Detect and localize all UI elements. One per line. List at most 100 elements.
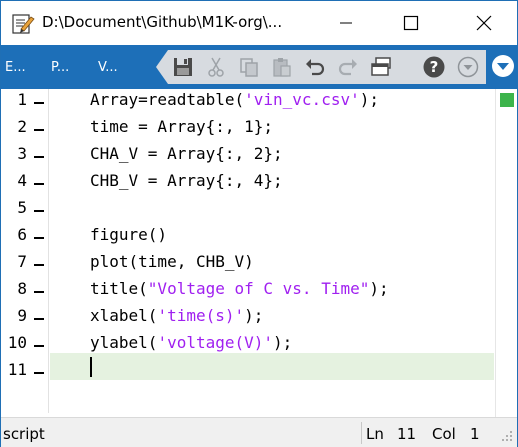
code-line[interactable]: 1 Array=readtable('vin_vc.csv'); — [1, 89, 495, 116]
code-token: Array=readtable( — [90, 90, 245, 109]
status-separator — [361, 422, 362, 444]
help-button[interactable]: ? — [421, 54, 447, 80]
cut-button[interactable] — [203, 54, 229, 80]
tab-publish[interactable]: P... — [51, 60, 69, 75]
vertical-scrollbar[interactable] — [495, 89, 517, 417]
chevron-down-icon — [497, 63, 509, 70]
column-number-value: 1 — [470, 425, 480, 443]
code-token: ); — [273, 333, 293, 352]
code-token: ylabel( — [90, 333, 158, 352]
maximize-icon — [403, 15, 419, 31]
code-text[interactable]: ylabel('voltage(V)'); — [90, 333, 292, 352]
string-literal: 'vin_vc.csv' — [244, 90, 360, 109]
undo-icon — [306, 59, 325, 76]
line-number: 4 — [17, 171, 27, 190]
line-number: 6 — [17, 225, 27, 244]
code-fold-dash[interactable] — [34, 291, 44, 293]
line-label: Ln — [366, 425, 384, 443]
status-bar: script Ln 11 Col 1 — [1, 417, 517, 447]
cut-icon — [208, 57, 224, 77]
line-number: 2 — [17, 117, 27, 136]
code-fold-dash[interactable] — [34, 264, 44, 266]
line-number: 11 — [7, 360, 27, 379]
code-line[interactable]: 6 figure() — [1, 224, 495, 251]
copy-button[interactable] — [236, 54, 262, 80]
close-button[interactable] — [461, 1, 507, 45]
close-icon — [476, 15, 492, 31]
help-icon: ? — [423, 56, 445, 78]
code-line[interactable]: 4 CHB_V = Array{:, 4}; — [1, 170, 495, 197]
svg-text:?: ? — [430, 58, 439, 76]
code-fold-dash[interactable] — [34, 129, 44, 131]
string-literal: 'voltage(V)' — [157, 333, 274, 352]
quick-access-toolbar: ? — [156, 50, 486, 84]
code-token: time = Array{:, 1}; — [90, 117, 274, 136]
minimize-button[interactable] — [323, 1, 369, 45]
code-text[interactable]: plot(time, CHB_V) — [90, 252, 254, 271]
code-fold-dash[interactable] — [34, 102, 44, 104]
code-token: ); — [244, 306, 264, 325]
code-text[interactable]: title("Voltage of C vs. Time"); — [90, 279, 389, 298]
line-number: 3 — [17, 144, 27, 163]
tab-view[interactable]: V... — [98, 60, 118, 75]
code-token: xlabel( — [90, 306, 158, 325]
code-line[interactable]: 3 CHA_V = Array{:, 2}; — [1, 143, 495, 170]
line-number: 9 — [17, 306, 27, 325]
code-line[interactable]: 9 xlabel('time(s)'); — [1, 305, 495, 332]
code-line[interactable]: 2 time = Array{:, 1}; — [1, 116, 495, 143]
code-text[interactable]: CHA_V = Array{:, 2}; — [90, 144, 283, 163]
file-type-label: script — [3, 425, 45, 443]
string-literal: 'time(s)' — [157, 306, 245, 325]
line-number: 1 — [17, 90, 27, 109]
code-token: ); — [369, 279, 389, 298]
toolbar-menu-button[interactable] — [492, 55, 514, 77]
print-button[interactable] — [368, 54, 394, 80]
code-fold-dash[interactable] — [34, 183, 44, 185]
options-button[interactable] — [455, 54, 481, 80]
line-number: 5 — [17, 198, 27, 217]
code-text[interactable]: time = Array{:, 1}; — [90, 117, 273, 136]
maximize-button[interactable] — [388, 1, 434, 45]
options-chevron-icon — [457, 56, 479, 78]
code-fold-dash[interactable] — [34, 345, 44, 347]
copy-icon — [240, 58, 258, 77]
code-fold-dash[interactable] — [34, 237, 44, 239]
code-text[interactable]: figure() — [90, 225, 167, 244]
redo-button[interactable] — [335, 54, 361, 80]
code-fold-dash[interactable] — [34, 210, 44, 212]
code-text[interactable]: CHB_V = Array{:, 4}; — [90, 171, 283, 190]
code-token: figure() — [90, 225, 168, 244]
code-token: title( — [90, 279, 148, 298]
line-number-value: 11 — [397, 425, 417, 443]
code-fold-dash[interactable] — [34, 372, 44, 374]
code-token: plot(time, CHB_V) — [90, 252, 254, 271]
line-number: 8 — [17, 279, 27, 298]
undo-button[interactable] — [302, 54, 328, 80]
code-text[interactable]: xlabel('time(s)'); — [90, 306, 263, 325]
code-fold-dash[interactable] — [34, 156, 44, 158]
code-token: CHA_V = Array{:, 2}; — [90, 144, 283, 163]
code-token: ); — [359, 90, 379, 109]
string-literal: "Voltage of C vs. Time" — [147, 279, 370, 298]
resize-grip-icon[interactable] — [499, 428, 513, 442]
tab-editor[interactable]: E... — [5, 60, 26, 75]
code-line[interactable]: 10 ylabel('voltage(V)'); — [1, 332, 495, 359]
code-editor[interactable]: 1 Array=readtable('vin_vc.csv'); 2 time = A… — [1, 89, 517, 417]
code-analyzer-status-indicator[interactable] — [500, 93, 514, 107]
redo-icon — [338, 59, 357, 76]
title-bar[interactable]: D:\Document\Github\M1K-org\... — [1, 1, 517, 45]
line-number: 7 — [17, 252, 27, 271]
editor-window: D:\Document\Github\M1K-org\... E... P...… — [0, 0, 518, 447]
code-line[interactable]: 5 — [1, 197, 495, 224]
code-text[interactable]: Array=readtable('vin_vc.csv'); — [90, 90, 379, 109]
code-line[interactable]: 7 plot(time, CHB_V) — [1, 251, 495, 278]
code-fold-dash[interactable] — [34, 318, 44, 320]
code-token: CHB_V = Array{:, 4}; — [90, 171, 283, 190]
editor-toolbar: E... P... V... ? — [1, 45, 517, 89]
editor-app-icon — [12, 14, 35, 34]
code-line[interactable]: 8 title("Voltage of C vs. Time"); — [1, 278, 495, 305]
paste-icon — [273, 58, 291, 77]
code-line[interactable]: 11 — [1, 359, 495, 386]
paste-button[interactable] — [269, 54, 295, 80]
save-button[interactable] — [170, 54, 196, 80]
